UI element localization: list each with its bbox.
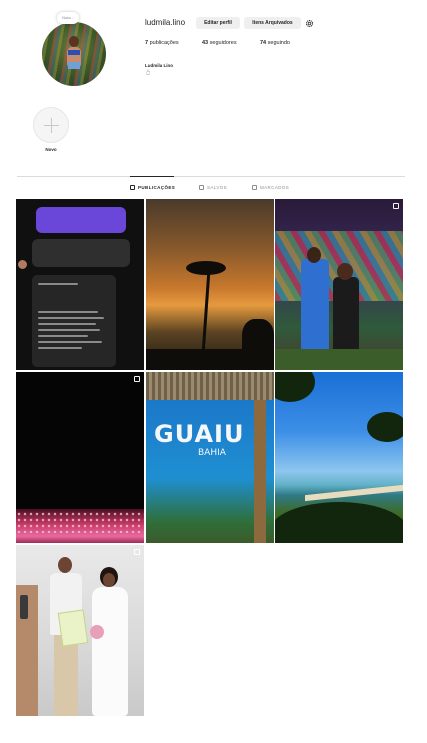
followers-label: seguidores [209,40,237,46]
avatar-person [66,36,82,80]
tabs-divider [17,176,405,177]
new-highlight-button[interactable] [33,107,69,143]
tab-tagged[interactable]: MARCADOS [252,185,289,190]
multiple-photos-icon [134,376,140,382]
gear-icon[interactable] [305,19,314,28]
post-tile[interactable] [16,545,144,716]
person-woman [88,567,132,716]
tab-saved[interactable]: SALVOS [199,185,227,190]
tab-posts[interactable]: PUBLICAÇÕES [130,185,175,190]
sign-subtext: BAHIA [198,448,226,458]
posts-count: 7 [145,40,149,46]
chat-avatar [18,260,27,269]
new-highlight-label: Novo [45,147,57,152]
bio-ring-icon: 💍 [145,70,152,76]
tag-icon [252,185,257,190]
shared-post-card [32,275,116,367]
profile-username: ludmila.lino [145,18,186,27]
post-tile[interactable] [16,372,144,543]
certificate-document [57,609,89,647]
followers-count: 43 [202,40,209,46]
followers-stat[interactable]: 43 seguidores [202,40,237,46]
tab-saved-label: SALVOS [207,185,228,190]
active-tab-indicator [130,176,174,177]
sign-text: GUAIU [154,420,245,448]
following-label: seguindo [267,40,290,46]
edit-profile-button[interactable]: Editar perfil [196,17,240,29]
post-tile[interactable] [275,372,403,543]
tab-tagged-label: MARCADOS [260,185,290,190]
post-tile[interactable] [275,199,403,370]
note-bubble[interactable]: Nota... [57,12,79,24]
bookmark-icon [199,185,204,190]
avatar[interactable] [42,22,106,86]
post-tile[interactable] [146,199,274,370]
archived-items-button[interactable]: Itens Arquivados [244,17,301,29]
posts-stat: 7 publicações [145,40,179,46]
chat-bubble-image [32,239,130,267]
posts-label: publicações [149,40,179,46]
following-count: 74 [260,40,267,46]
multiple-photos-icon [134,549,140,555]
post-tile[interactable]: GUAIU BAHIA [146,372,274,543]
multiple-photos-icon [393,203,399,209]
profile-full-name: Ludmila Lino [145,63,173,68]
tab-posts-label: PUBLICAÇÕES [138,185,176,190]
following-stat[interactable]: 74 seguindo [260,40,290,46]
chat-bubble-image [36,207,126,233]
grid-icon [130,185,135,190]
post-tile[interactable] [16,199,144,370]
